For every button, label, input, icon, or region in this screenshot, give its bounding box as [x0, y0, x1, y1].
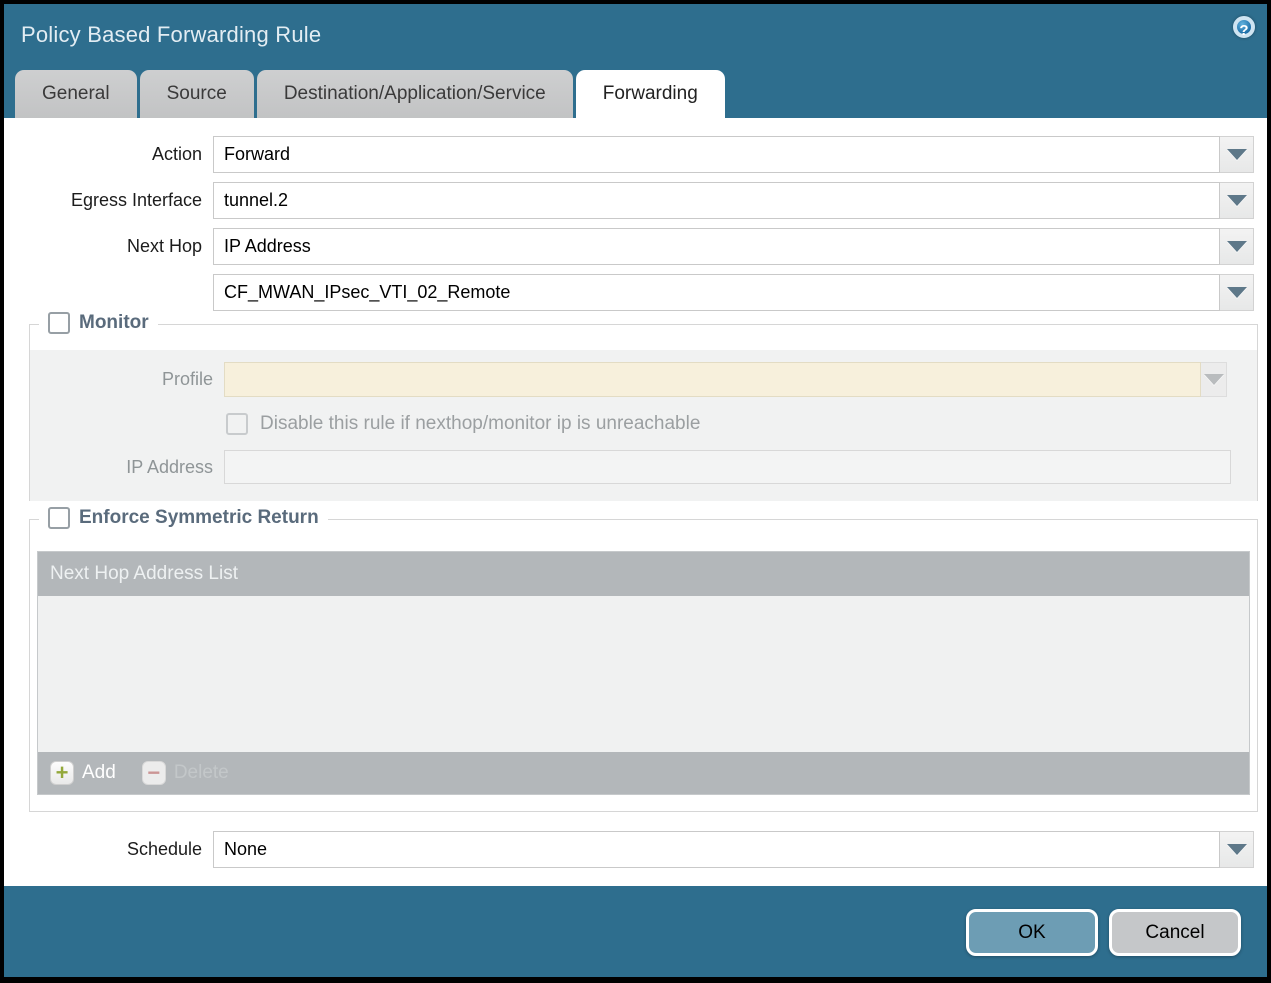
- next-hop-row: Next Hop IP Address: [4, 228, 1254, 265]
- tab-forwarding[interactable]: Forwarding: [576, 70, 725, 118]
- next-hop-address-label-spacer: [4, 274, 213, 311]
- add-button-label: Add: [82, 762, 116, 784]
- schedule-label: Schedule: [4, 831, 213, 868]
- pbf-rule-dialog: Policy Based Forwarding Rule ? General S…: [4, 4, 1267, 977]
- disable-rule-label: Disable this rule if nexthop/monitor ip …: [260, 413, 700, 435]
- egress-interface-input[interactable]: tunnel.2: [213, 182, 1220, 219]
- next-hop-address-row: CF_MWAN_IPsec_VTI_02_Remote: [4, 274, 1254, 311]
- egress-interface-dropdown-button[interactable]: [1220, 182, 1254, 219]
- monitor-profile-dropdown-button: [1201, 362, 1227, 397]
- dialog-footer: OK Cancel: [4, 886, 1267, 977]
- enforce-symmetric-return-section: Enforce Symmetric Return Next Hop Addres…: [29, 519, 1258, 812]
- enforce-symmetric-return-checkbox[interactable]: [48, 507, 70, 529]
- next-hop-address-list-table: Next Hop Address List + Add − Delete: [37, 551, 1250, 795]
- next-hop-address-input[interactable]: CF_MWAN_IPsec_VTI_02_Remote: [213, 274, 1220, 311]
- tab-general[interactable]: General: [15, 70, 137, 118]
- delete-button: − Delete: [142, 761, 229, 785]
- tab-source[interactable]: Source: [140, 70, 254, 118]
- chevron-down-icon: [1227, 149, 1247, 160]
- add-icon: +: [50, 761, 74, 785]
- tab-content-forwarding: Action Forward Egress Interface tunnel.2…: [4, 118, 1267, 886]
- next-hop-address-list-toolbar: + Add − Delete: [38, 752, 1249, 794]
- disable-rule-checkbox: [226, 413, 248, 435]
- monitor-legend-label: Monitor: [79, 312, 149, 334]
- schedule-input[interactable]: None: [213, 831, 1220, 868]
- enforce-symmetric-return-legend-label: Enforce Symmetric Return: [79, 507, 319, 529]
- monitor-ip-address-input: [224, 450, 1231, 484]
- next-hop-type-input[interactable]: IP Address: [213, 228, 1220, 265]
- monitor-profile-input: [224, 362, 1201, 397]
- schedule-dropdown-button[interactable]: [1220, 831, 1254, 868]
- egress-interface-label: Egress Interface: [4, 182, 213, 219]
- ok-button[interactable]: OK: [966, 909, 1098, 956]
- next-hop-address-dropdown-button[interactable]: [1220, 274, 1254, 311]
- action-input[interactable]: Forward: [213, 136, 1220, 173]
- action-dropdown-button[interactable]: [1220, 136, 1254, 173]
- monitor-legend: Monitor: [39, 312, 158, 334]
- monitor-ip-address-label: IP Address: [30, 450, 224, 485]
- chevron-down-icon: [1204, 374, 1224, 385]
- add-button[interactable]: + Add: [50, 761, 116, 785]
- monitor-ip-address-row: IP Address: [30, 450, 1257, 485]
- action-row: Action Forward: [4, 136, 1254, 173]
- chevron-down-icon: [1227, 287, 1247, 298]
- schedule-row: Schedule None: [4, 831, 1254, 868]
- next-hop-address-list-body[interactable]: [38, 596, 1249, 752]
- tab-destination-application-service[interactable]: Destination/Application/Service: [257, 70, 573, 118]
- cancel-button[interactable]: Cancel: [1109, 909, 1241, 956]
- delete-icon: −: [142, 761, 166, 785]
- monitor-profile-label: Profile: [30, 362, 224, 397]
- help-icon[interactable]: ?: [1233, 16, 1255, 38]
- dialog-titlebar: Policy Based Forwarding Rule ?: [4, 4, 1267, 70]
- chevron-down-icon: [1227, 241, 1247, 252]
- enforce-symmetric-return-legend: Enforce Symmetric Return: [39, 507, 328, 529]
- chevron-down-icon: [1227, 195, 1247, 206]
- next-hop-type-dropdown-button[interactable]: [1220, 228, 1254, 265]
- monitor-section: Monitor Profile Disable this rule if nex…: [29, 324, 1258, 501]
- chevron-down-icon: [1227, 844, 1247, 855]
- next-hop-address-list-header: Next Hop Address List: [38, 552, 1249, 596]
- monitor-disable-rule-row: Disable this rule if nexthop/monitor ip …: [226, 411, 1257, 436]
- egress-interface-row: Egress Interface tunnel.2: [4, 182, 1254, 219]
- monitor-checkbox[interactable]: [48, 312, 70, 334]
- delete-button-label: Delete: [174, 762, 229, 784]
- action-label: Action: [4, 136, 213, 173]
- dialog-title: Policy Based Forwarding Rule: [21, 22, 321, 48]
- tab-bar: General Source Destination/Application/S…: [4, 70, 1267, 118]
- monitor-body: Profile Disable this rule if nexthop/mon…: [30, 350, 1257, 501]
- monitor-profile-row: Profile: [30, 362, 1257, 397]
- next-hop-label: Next Hop: [4, 228, 213, 265]
